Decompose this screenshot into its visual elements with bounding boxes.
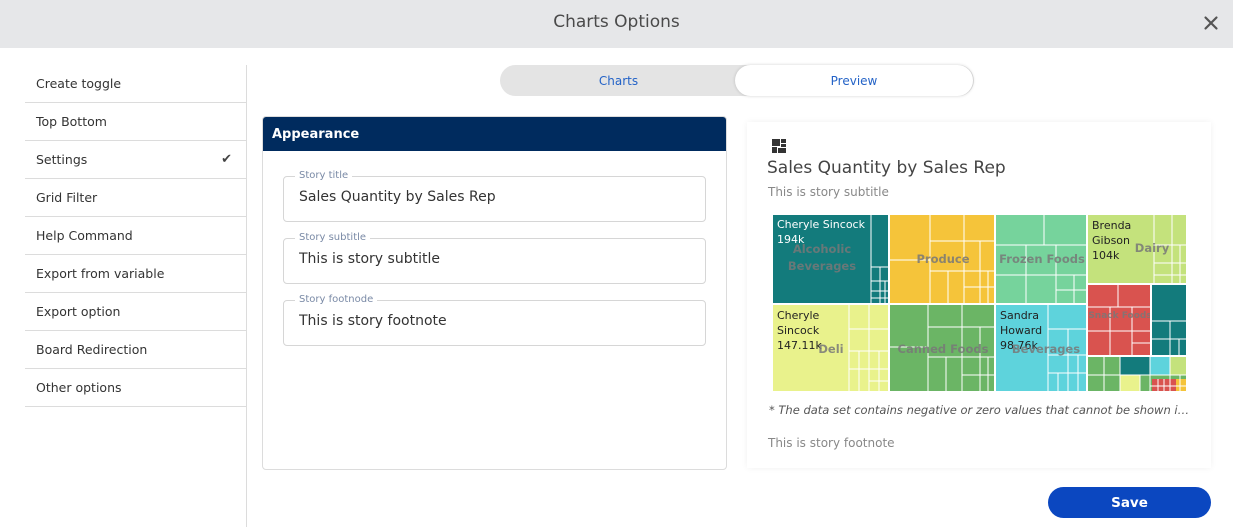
view-tabs: Charts Preview — [500, 65, 974, 96]
sidebar-item-label: Settings — [36, 152, 88, 167]
sidebar-item-label: Export option — [36, 304, 121, 319]
sidebar-divider — [246, 65, 247, 527]
story-subtitle-field: Story subtitle — [283, 232, 706, 284]
sidebar-item-label: Export from variable — [36, 266, 165, 281]
treemap-cell-teal-small[interactable] — [1151, 284, 1187, 356]
appearance-header: Appearance — [263, 117, 726, 151]
treemap-category-label: Dairy — [1134, 241, 1170, 255]
sidebar-item-create-toggle[interactable]: Create toggle — [25, 65, 246, 103]
chart-preview: Sales Quantity by Sales Rep This is stor… — [747, 122, 1211, 468]
dialog-header: Charts Options — [0, 0, 1233, 48]
sidebar-item-grid-filter[interactable]: Grid Filter — [25, 179, 246, 217]
close-icon — [1204, 16, 1218, 30]
preview-note: * The data set contains negative or zero… — [769, 403, 1193, 417]
story-footnote-input[interactable] — [299, 313, 694, 329]
preview-footnote: This is story footnote — [768, 436, 895, 450]
sidebar-item-settings[interactable]: Settings ✔ — [25, 141, 246, 179]
treemap-category-label: Produce — [916, 252, 970, 266]
sidebar-item-export-from-variable[interactable]: Export from variable — [25, 255, 246, 293]
story-footnote-label: Story footnode — [295, 294, 378, 305]
treemap-category-label: Deli — [818, 342, 844, 356]
sidebar-item-label: Other options — [36, 380, 122, 395]
story-footnote-field: Story footnode — [283, 294, 706, 346]
treemap-cell-frozen[interactable]: Frozen Foods — [995, 214, 1087, 304]
sidebar-item-label: Top Bottom — [36, 114, 107, 129]
treemap-category-label: Canned Foods — [897, 342, 989, 356]
treemap-category-label: Snack Foods — [1088, 311, 1151, 321]
treemap-cell-snack[interactable]: Snack Foods — [1087, 284, 1151, 356]
treemap-cell-canned[interactable]: Canned Foods — [889, 304, 995, 392]
sidebar-item-top-bottom[interactable]: Top Bottom — [25, 103, 246, 141]
treemap-chart: Cheryle Sincock 194k Alcoholic Beverages… — [772, 214, 1187, 392]
preview-title: Sales Quantity by Sales Rep — [767, 158, 1006, 178]
sidebar-item-export-option[interactable]: Export option — [25, 293, 246, 331]
appearance-panel: Appearance Story title Story subtitle St… — [262, 116, 727, 470]
story-subtitle-label: Story subtitle — [295, 232, 371, 243]
treemap-cell-misc[interactable] — [1087, 356, 1187, 392]
treemap-cell-produce[interactable]: Produce — [889, 214, 995, 304]
story-title-label: Story title — [295, 170, 353, 181]
sidebar-item-board-redirection[interactable]: Board Redirection — [25, 331, 246, 369]
treemap-category-label: Beverages — [1011, 342, 1081, 356]
save-button[interactable]: Save — [1048, 487, 1211, 518]
sidebar-item-help-command[interactable]: Help Command — [25, 217, 246, 255]
story-title-field: Story title — [283, 170, 706, 222]
preview-subtitle: This is story subtitle — [768, 185, 889, 199]
treemap-value-label: Brenda Gibson 104k — [1092, 219, 1132, 262]
treemap-cell-deli[interactable]: Cheryle Sincock 147.11k Deli — [772, 304, 889, 392]
sidebar-item-label: Grid Filter — [36, 190, 98, 205]
sidebar-item-label: Board Redirection — [36, 342, 148, 357]
treemap-category-label: Frozen Foods — [999, 252, 1085, 266]
treemap-icon — [772, 139, 786, 153]
sidebar-item-other-options[interactable]: Other options — [25, 369, 246, 407]
tab-preview[interactable]: Preview — [735, 65, 973, 96]
story-subtitle-input[interactable] — [299, 251, 694, 267]
options-sidebar: Create toggle Top Bottom Settings ✔ Grid … — [25, 65, 246, 407]
dialog-title: Charts Options — [553, 12, 680, 32]
story-title-input[interactable] — [299, 189, 694, 205]
check-icon: ✔ — [221, 152, 232, 167]
treemap-cell-alcoholic[interactable]: Cheryle Sincock 194k Alcoholic Beverages — [772, 214, 889, 304]
sidebar-item-label: Help Command — [36, 228, 133, 243]
close-button[interactable] — [1201, 13, 1221, 33]
treemap-category-label: Alcoholic Beverages — [787, 242, 857, 273]
sidebar-item-label: Create toggle — [36, 76, 122, 91]
tab-charts[interactable]: Charts — [500, 65, 737, 96]
treemap-cell-beverages[interactable]: Sandra Howard 98.76k Beverages — [995, 304, 1087, 392]
treemap-cell-dairy[interactable]: Brenda Gibson 104k Dairy — [1087, 214, 1187, 284]
